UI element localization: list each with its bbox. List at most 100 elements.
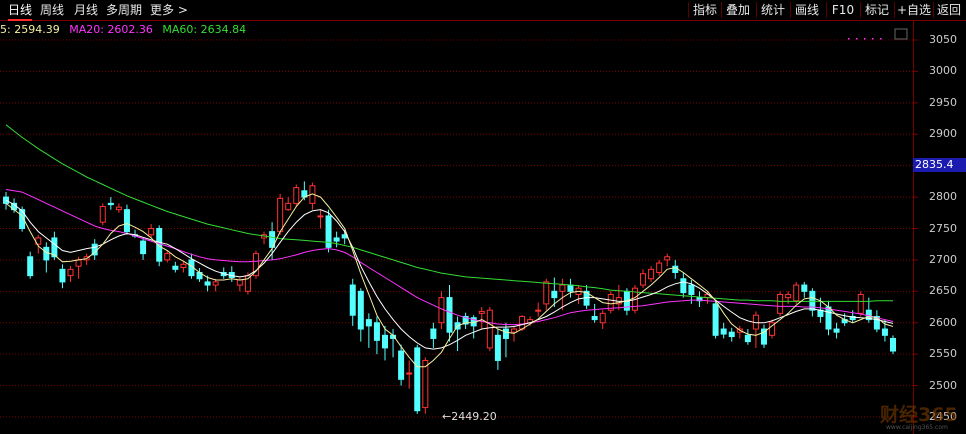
candle-body: [648, 268, 655, 280]
candle-body: [857, 293, 864, 314]
candle-body: [486, 309, 493, 349]
candle-body: [317, 215, 324, 218]
candle-body: [567, 284, 574, 292]
price-axis-label: 2800: [929, 190, 957, 204]
ma5-value: 5: 2594.39: [0, 23, 60, 36]
ma60-line: [5, 124, 893, 302]
price-axis-label: 2950: [929, 95, 957, 109]
indicator-dot: [872, 38, 874, 40]
candle-body: [640, 273, 647, 286]
period-toolbar: 日线 周线 月线 多周期 更多 > 指标 叠加 统计 画线 F10 标记 +自选…: [0, 0, 966, 21]
price-axis-label: 2750: [929, 221, 957, 235]
candle-body: [430, 328, 437, 339]
candle-body: [688, 284, 695, 295]
back-button[interactable]: 返回: [935, 2, 963, 18]
divider: [826, 2, 827, 18]
candle-body: [140, 240, 147, 255]
candle-body: [406, 372, 413, 375]
f10-button[interactable]: F10: [828, 2, 858, 18]
candle-body: [494, 334, 501, 361]
candle-body: [285, 202, 292, 211]
candle-body: [333, 237, 340, 242]
mark-button[interactable]: 标记: [862, 2, 892, 18]
indicator-button[interactable]: 指标: [690, 2, 720, 18]
divider: [894, 2, 895, 18]
candle-body: [785, 293, 792, 299]
candle-body: [236, 279, 243, 286]
watermark-logo: 财经365: [880, 404, 958, 426]
indicator-dot: [864, 38, 866, 40]
candle-body: [373, 322, 380, 341]
price-axis-label: 2900: [929, 127, 957, 141]
candle-body: [744, 334, 751, 343]
ma60-value: MA60: 2634.84: [162, 23, 247, 36]
candle-body: [656, 262, 663, 273]
candle-body: [446, 297, 453, 333]
low-price-value: 2449.20: [451, 410, 497, 423]
candle-body: [881, 328, 888, 336]
price-axis-label: 2650: [929, 284, 957, 298]
candle-body: [180, 263, 187, 268]
divider: [860, 2, 861, 18]
candle-body: [720, 328, 727, 335]
candle-body: [164, 253, 171, 261]
price-axis-label: 2500: [929, 378, 957, 392]
candle-body: [148, 228, 155, 236]
candle-body: [511, 328, 518, 333]
indicator-dot: [848, 38, 850, 40]
expand-icon: [894, 28, 908, 40]
statistics-button[interactable]: 统计: [758, 2, 788, 18]
candle-body: [277, 197, 284, 233]
candle-body: [107, 202, 114, 206]
price-axis-label: 2600: [929, 315, 957, 329]
candle-body: [398, 350, 405, 380]
low-price-marker: ←2449.20: [442, 410, 497, 423]
tab-monthly[interactable]: 月线: [74, 2, 98, 18]
current-price-tag: 2835.4: [913, 158, 966, 172]
indicator-dot: [880, 38, 882, 40]
candle-body: [43, 246, 50, 261]
draw-line-button[interactable]: 画线: [792, 2, 822, 18]
candle-body: [212, 281, 219, 286]
indicator-dot: [856, 38, 858, 40]
candle-body: [559, 284, 566, 292]
divider: [688, 2, 689, 18]
divider: [933, 2, 934, 18]
candle-body: [422, 359, 429, 409]
tab-multi-period[interactable]: 多周期: [106, 2, 142, 18]
tab-weekly[interactable]: 周线: [40, 2, 64, 18]
price-axis-label: 3000: [929, 64, 957, 78]
candle-body: [519, 315, 526, 330]
ma-legend: 5: 2594.39 MA20: 2602.36 MA60: 2634.84: [0, 23, 252, 36]
candle-body: [381, 334, 388, 349]
candle-body: [833, 328, 840, 333]
candle-body: [890, 337, 896, 352]
candle-body: [115, 206, 122, 211]
candle-body: [414, 347, 421, 412]
candle-body: [502, 328, 509, 339]
price-axis-label: 2550: [929, 347, 957, 361]
candle-body: [551, 290, 558, 299]
tab-daily[interactable]: 日线: [8, 2, 33, 21]
candle-body: [27, 256, 34, 277]
candle-body: [664, 256, 671, 261]
candle-body: [99, 206, 106, 223]
candle-body: [438, 297, 445, 324]
candle-body: [680, 278, 687, 294]
candle-body: [801, 284, 808, 292]
tab-more[interactable]: 更多 >: [150, 2, 188, 18]
candle-body: [59, 268, 66, 283]
candle-body: [599, 312, 606, 324]
kline-chart[interactable]: [0, 0, 966, 434]
candle-body: [591, 315, 598, 321]
add-watchlist-button[interactable]: +自选: [896, 2, 932, 18]
divider: [721, 2, 722, 18]
candle-body: [172, 265, 179, 270]
candle-body: [543, 281, 550, 305]
candle-body: [67, 268, 74, 277]
candle-body: [357, 290, 364, 330]
candle-body: [478, 310, 485, 314]
overlay-button[interactable]: 叠加: [723, 2, 753, 18]
candle-body: [365, 319, 372, 327]
candle-body: [204, 281, 211, 286]
